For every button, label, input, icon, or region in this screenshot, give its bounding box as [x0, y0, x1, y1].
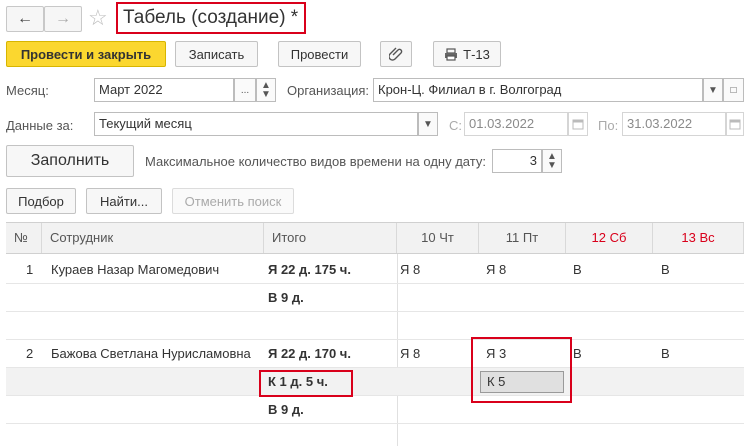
to-calendar-button: [726, 112, 744, 136]
month-stepper[interactable]: ▲ ▼: [256, 78, 276, 102]
save-label: Записать: [188, 46, 245, 62]
total-cell: Я 22 д. 170 ч.: [268, 346, 351, 361]
table-row[interactable]: В 9 д.: [6, 396, 744, 424]
cancel-search-label: Отменить поиск: [184, 193, 282, 209]
data-for-label: Данные за:: [6, 118, 74, 133]
table-row[interactable]: 1 Кураев Назар Магомедович Я 22 д. 175 ч…: [6, 256, 744, 284]
pick-button[interactable]: Подбор: [6, 188, 76, 214]
forward-button[interactable]: →: [44, 6, 82, 32]
from-label: С:: [449, 118, 462, 133]
paperclip-icon: [389, 46, 403, 62]
back-button[interactable]: ←: [6, 6, 44, 32]
col-day-13[interactable]: 13 Вс: [653, 223, 744, 253]
month-label: Месяц:: [6, 83, 49, 98]
grid-header: № Сотрудник Итого 10 Чт 11 Пт 12 Сб 13 В…: [6, 222, 744, 254]
arrow-left-icon: ←: [17, 10, 33, 27]
arrow-right-icon: →: [55, 10, 71, 27]
day-10-cell[interactable]: Я 8: [400, 340, 420, 368]
post-and-close-label: Провести и закрыть: [20, 46, 152, 62]
chevron-down-icon[interactable]: ▼: [261, 90, 271, 100]
attach-button[interactable]: [380, 41, 412, 67]
month-field[interactable]: Март 2022: [94, 78, 234, 102]
day-10-cell[interactable]: Я 8: [400, 256, 420, 284]
max-types-stepper[interactable]: ▲ ▼: [542, 149, 562, 173]
org-open-button[interactable]: □: [723, 78, 744, 102]
row-num: 2: [26, 346, 34, 361]
day-highlight: [471, 337, 572, 403]
day-11-cell[interactable]: Я 8: [486, 256, 506, 284]
fill-button[interactable]: Заполнить: [6, 145, 134, 177]
total-cell: В 9 д.: [268, 290, 304, 305]
col-num[interactable]: №: [6, 223, 42, 253]
chevron-down-icon: ▼: [708, 84, 718, 96]
month-select-button[interactable]: ...: [234, 78, 256, 102]
find-button[interactable]: Найти...: [86, 188, 162, 214]
save-button[interactable]: Записать: [175, 41, 258, 67]
calendar-icon: [572, 118, 584, 130]
from-date-field: 01.03.2022: [464, 112, 568, 136]
to-label: По:: [598, 118, 619, 133]
post-label: Провести: [290, 46, 349, 62]
col-day-10[interactable]: 10 Чт: [397, 223, 479, 253]
data-for-dropdown-button[interactable]: ▼: [418, 112, 438, 136]
cancel-search-button: Отменить поиск: [172, 188, 294, 214]
print-t13-button[interactable]: Т-13: [433, 41, 501, 67]
col-employee[interactable]: Сотрудник: [42, 223, 264, 253]
col-total[interactable]: Итого: [264, 223, 397, 253]
print-t13-label: Т-13: [463, 46, 490, 62]
table-row-selected[interactable]: К 1 д. 5 ч. К 5: [6, 368, 744, 396]
org-field[interactable]: Крон-Ц. Филиал в г. Волгоград: [373, 78, 703, 102]
page-title: Табель (создание) *: [123, 7, 299, 28]
post-button[interactable]: Провести: [278, 41, 361, 67]
day-13-cell[interactable]: В: [661, 256, 670, 284]
max-types-field[interactable]: 3: [492, 149, 542, 173]
star-icon[interactable]: ☆: [88, 6, 108, 30]
total-cell: Я 22 д. 175 ч.: [268, 262, 351, 277]
from-calendar-button: [568, 112, 588, 136]
total-highlight: [259, 370, 353, 397]
day-12-cell[interactable]: В: [573, 256, 582, 284]
fill-label: Заполнить: [30, 152, 110, 169]
data-for-field[interactable]: Текущий месяц: [94, 112, 418, 136]
chevron-down-icon: ▼: [423, 118, 433, 130]
table-row[interactable]: [6, 312, 744, 340]
employee-name: Кураев Назар Магомедович: [51, 262, 220, 277]
org-label: Организация:: [287, 83, 370, 98]
col-day-11[interactable]: 11 Пт: [479, 223, 566, 253]
calendar-icon: [729, 118, 741, 130]
org-dropdown-button[interactable]: ▼: [703, 78, 723, 102]
to-date-field: 31.03.2022: [622, 112, 726, 136]
find-label: Найти...: [100, 193, 148, 209]
chevron-down-icon[interactable]: ▼: [547, 161, 557, 171]
row-num: 1: [26, 262, 34, 277]
day-13-cell[interactable]: В: [661, 340, 670, 368]
day-12-cell[interactable]: В: [573, 340, 582, 368]
post-and-close-button[interactable]: Провести и закрыть: [6, 41, 166, 67]
employee-name: Бажова Светлана Нурисламовна: [51, 346, 251, 361]
col-day-12[interactable]: 12 Сб: [566, 223, 653, 253]
open-icon: □: [730, 84, 737, 96]
table-row[interactable]: В 9 д.: [6, 284, 744, 312]
total-cell: В 9 д.: [268, 402, 304, 417]
printer-icon: [444, 47, 458, 61]
max-types-label: Максимальное количество видов времени на…: [145, 154, 486, 169]
pick-label: Подбор: [18, 193, 64, 209]
table-row[interactable]: 2 Бажова Светлана Нурисламовна Я 22 д. 1…: [6, 340, 744, 368]
